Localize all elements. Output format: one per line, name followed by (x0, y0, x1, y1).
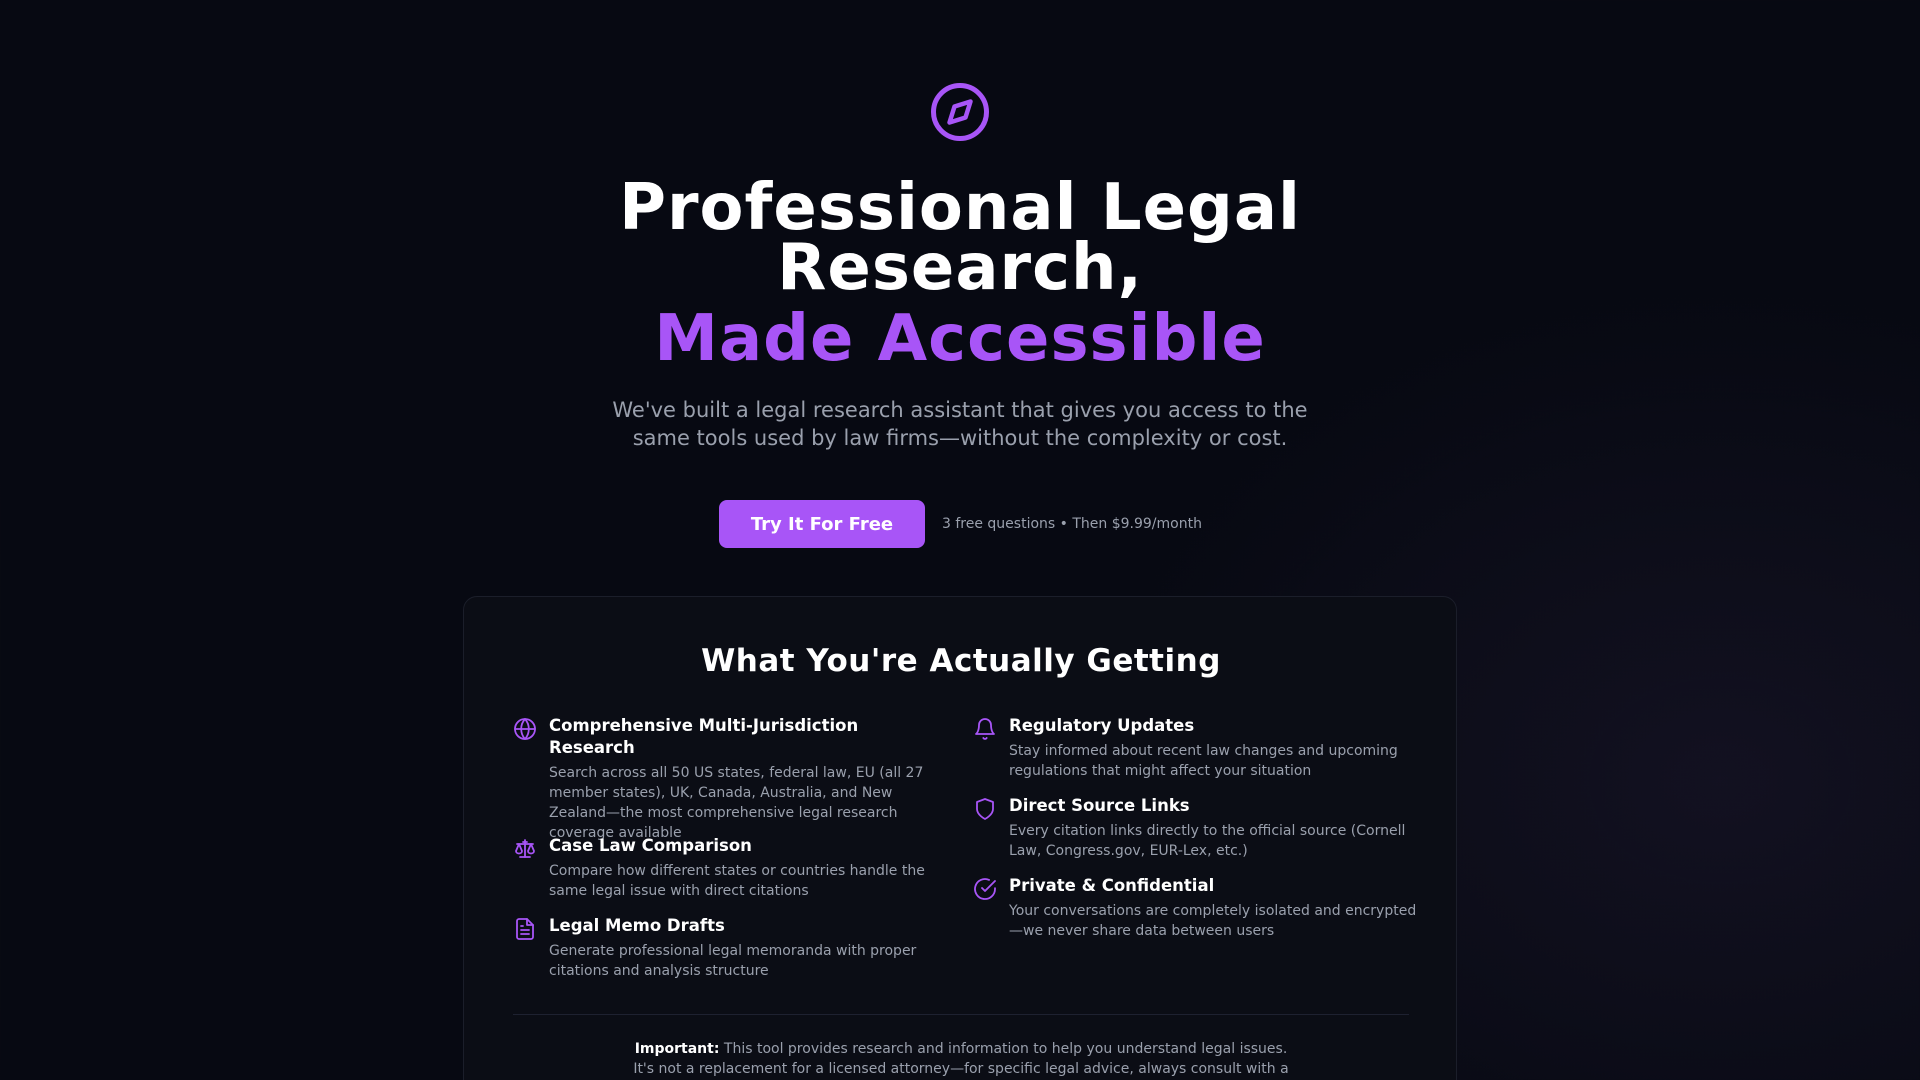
document-icon (513, 915, 549, 981)
feature-description: Every citation links directly to the off… (1009, 823, 1406, 859)
features-title: What You're Actually Getting (701, 643, 1221, 679)
shield-icon (973, 795, 1009, 861)
bell-icon (973, 715, 1009, 781)
feature-multi-jurisdiction: Comprehensive Multi-Jurisdiction Researc… (513, 715, 949, 843)
feature-title: Direct Source Links (1009, 796, 1190, 815)
feature-title: Case Law Comparison (549, 836, 752, 855)
disclaimer: Important: This tool provides research a… (629, 1039, 1293, 1079)
feature-title: Legal Memo Drafts (549, 916, 725, 935)
pricing-note: 3 free questions • Then $9.99/month (942, 516, 1202, 532)
hero-subtitle: We've built a legal research assistant t… (612, 398, 1308, 450)
globe-icon (513, 715, 549, 843)
feature-description: Stay informed about recent law changes a… (1009, 743, 1398, 779)
feature-description: Your conversations are completely isolat… (1009, 903, 1417, 939)
feature-title: Comprehensive Multi-Jurisdiction Researc… (549, 716, 859, 757)
feature-case-law: Case Law Comparison Compare how differen… (513, 835, 949, 901)
title-accent: Made Accessible (654, 302, 1266, 376)
feature-regulatory-updates: Regulatory Updates Stay informed about r… (973, 715, 1429, 781)
feature-private-confidential: Private & Confidential Your conversation… (973, 875, 1429, 941)
divider (513, 1014, 1409, 1015)
feature-source-links: Direct Source Links Every citation links… (973, 795, 1429, 861)
feature-title: Regulatory Updates (1009, 716, 1195, 735)
disclaimer-text: This tool provides research and informat… (633, 1041, 1289, 1077)
page-title: Professional Legal Research, Made Access… (560, 176, 1360, 376)
feature-title: Private & Confidential (1009, 876, 1215, 895)
feature-description: Generate professional legal memoranda wi… (549, 943, 917, 979)
try-free-button[interactable]: Try It For Free (719, 500, 925, 548)
features-card: What You're Actually Getting Comprehensi… (463, 596, 1457, 1080)
feature-description: Compare how different states or countrie… (549, 863, 925, 899)
feature-memo-drafts: Legal Memo Drafts Generate professional … (513, 915, 949, 981)
compass-icon (930, 82, 990, 142)
check-circle-icon (973, 875, 1009, 941)
scale-icon (513, 835, 549, 901)
cta-row: Try It For Free 3 free questions • Then … (719, 500, 1202, 548)
feature-description: Search across all 50 US states, federal … (549, 765, 924, 841)
disclaimer-label: Important: (634, 1041, 720, 1057)
title-line: Professional Legal Research, (619, 171, 1301, 305)
